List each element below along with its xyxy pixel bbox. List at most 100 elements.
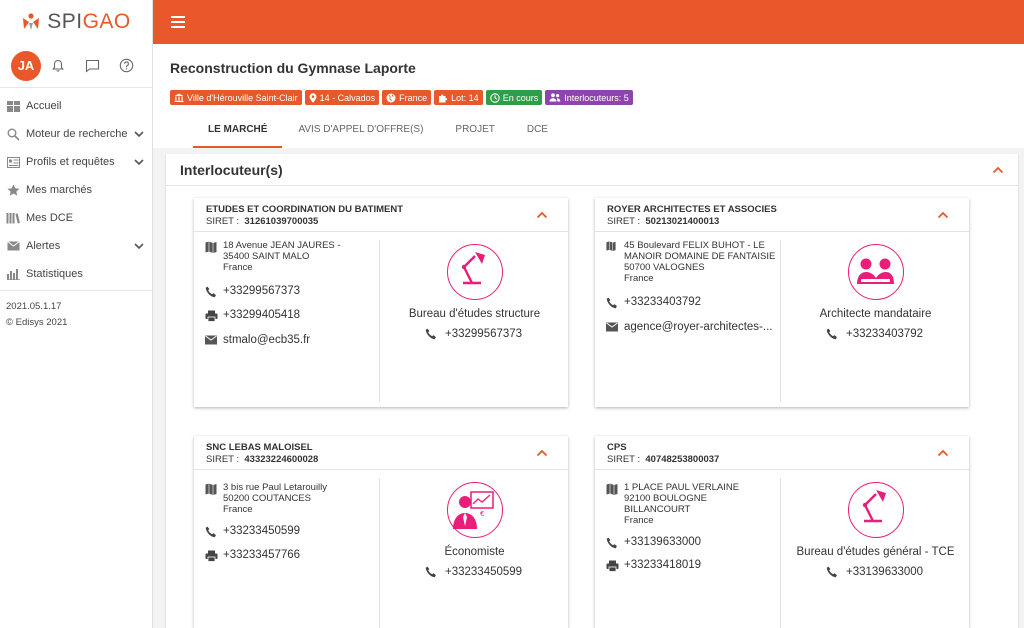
sidebar-item-label: Mes marchés [26,184,93,196]
email-link[interactable]: stmalo@ecb35.fr [223,334,310,347]
contact-card-header[interactable]: ROYER ARCHITECTES ET ASSOCIES SIRET : 50… [595,198,969,232]
role-phone-number[interactable]: +33233450599 [445,566,522,578]
avatar[interactable]: JA [11,50,41,81]
fax-row: +33299405418 [205,309,375,322]
contact-card: SNC LEBAS MALOISEL SIRET : 4332322460002… [194,436,568,628]
siret-label: SIRET : [607,216,641,227]
map-icon [205,482,223,515]
contact-card-header[interactable]: ETUDES ET COORDINATION DU BATIMENT SIRET… [194,198,568,232]
sidebar-item-label: Alertes [26,240,61,252]
logo[interactable]: SPIGAO [0,0,152,44]
role-phone-number[interactable]: +33139633000 [846,566,923,578]
department-badge[interactable]: 14 - Calvados [304,90,380,105]
sidebar-item-profils-et-requetes[interactable]: Profils et requêtes [0,148,152,176]
role-phone-number[interactable]: +33233403792 [846,328,923,340]
tab-avis-appel-offres[interactable]: AVIS D'APPEL D'OFFRE(S) [282,124,439,148]
contact-card: ROYER ARCHITECTES ET ASSOCIES SIRET : 50… [595,198,969,407]
sidebar-item-statistiques[interactable]: Statistiques [0,260,152,288]
phone-number[interactable]: +33233403792 [624,296,701,309]
sidebar-item-moteur-de-recherche[interactable]: Moteur de recherche [0,120,152,148]
contact-details: 3 bis rue Paul Letarouilly 50200 COUTANCE… [194,478,380,628]
siret: SIRET : 50213021400013 [607,216,957,227]
status-badge[interactable]: En cours [485,90,543,105]
sidebar-item-label: Moteur de recherche [26,128,128,140]
fax-number: +33233418019 [624,559,702,571]
contact-role: Bureau d'études structure +33299567373 [381,240,568,402]
chat-icon[interactable] [75,51,109,81]
phone-row: +33139633000 [606,536,776,549]
address: 1 PLACE PAUL VERLAINE 92100 BOULOGNE BILLA… [624,482,740,526]
sidebar-item-label: Accueil [26,100,62,112]
top-app-bar [153,0,1024,44]
phone-icon [826,328,837,340]
svg-text:€: € [480,510,484,518]
tab-le-marche[interactable]: LE MARCHÉ [193,124,283,148]
fax-number: +33299405418 [223,309,301,321]
tab-projet[interactable]: PROJET [439,124,510,148]
phone-number[interactable]: +33139633000 [624,536,701,549]
phone-icon [425,566,436,578]
siret: SIRET : 43323224600028 [206,454,556,465]
siret-label: SIRET : [206,454,240,465]
hamburger-menu-icon[interactable] [171,16,185,28]
role-label: Architecte mandataire [819,308,932,320]
contact-card-header[interactable]: SNC LEBAS MALOISEL SIRET : 4332322460002… [194,436,568,470]
country-badge[interactable]: France [382,90,432,105]
phone-icon [425,328,436,340]
sidebar-item-mes-marches[interactable]: Mes marchés [0,176,152,204]
siret-label: SIRET : [206,216,240,227]
help-icon[interactable] [109,51,143,81]
role-phone: +33233403792 [826,328,923,340]
contact-card: ETUDES ET COORDINATION DU BATIMENT SIRET… [194,198,568,407]
address-row: 3 bis rue Paul Letarouilly 50200 COUTANCE… [205,482,375,515]
map-icon [606,482,624,526]
lot-badge[interactable]: Lot: 14 [434,90,483,105]
sidebar-item-accueil[interactable]: Accueil [0,92,152,120]
copyright: © Edisys 2021 [6,317,68,328]
phone-row: +33233403792 [606,296,776,309]
role-label: Économiste [444,546,505,558]
contacts-count-badge[interactable]: Interlocuteurs: 5 [545,90,633,105]
panel-title: Interlocuteur(s) [180,161,283,178]
chevron-up-icon[interactable] [536,211,548,219]
fax-row: +33233457766 [205,549,375,562]
panel-header[interactable]: Interlocuteur(s) [166,154,1018,186]
fax-icon [606,559,624,572]
phone-icon [205,525,223,538]
tab-dce[interactable]: DCE [511,124,564,148]
people-icon [549,93,561,102]
phone-row: +33233450599 [205,525,375,538]
page-title: Reconstruction du Gymnase Laporte [170,60,416,76]
bar-chart-icon [6,267,20,281]
clock-icon [489,92,500,103]
phone-number[interactable]: +33233450599 [223,525,300,538]
meeting-icon [848,244,904,300]
contact-card-header[interactable]: CPS SIRET : 40748253800037 [595,436,969,470]
chevron-up-icon[interactable] [937,449,949,457]
address-row: 1 PLACE PAUL VERLAINE 92100 BOULOGNE BILLA… [606,482,776,526]
company-name: ETUDES ET COORDINATION DU BATIMENT [206,204,404,215]
badge-label: Ville d'Hérouville Saint-Clair [187,92,298,103]
mail-icon [6,239,20,253]
desk-lamp-icon [447,244,503,300]
role-phone-number[interactable]: +33299567373 [445,328,522,340]
contact-role: € Économiste +33233450599 [381,478,568,628]
phone-number[interactable]: +33299567373 [223,285,300,298]
chevron-up-icon[interactable] [536,449,548,457]
sidebar-item-alertes[interactable]: Alertes [0,232,152,260]
chevron-down-icon [134,158,144,165]
siret-value: 31261039700035 [244,216,319,227]
email-link[interactable]: agence@royer-architectes-... [624,321,772,334]
fax-icon [205,309,223,322]
chevron-down-icon [134,242,144,249]
company-name: SNC LEBAS MALOISEL [206,442,313,453]
contact-card: CPS SIRET : 40748253800037 1 PLACE PAUL … [595,436,969,628]
chevron-up-icon[interactable] [937,211,949,219]
desk-lamp-icon [848,482,904,538]
buyer-badge[interactable]: Ville d'Hérouville Saint-Clair [170,90,302,105]
sidebar: SPIGAO JA Accueil Moteur de recherche Pr… [0,0,153,628]
sidebar-item-label: Profils et requêtes [26,156,115,168]
chevron-up-icon[interactable] [992,166,1004,174]
bell-icon[interactable] [41,51,75,81]
sidebar-item-mes-dce[interactable]: Mes DCE [0,204,152,232]
